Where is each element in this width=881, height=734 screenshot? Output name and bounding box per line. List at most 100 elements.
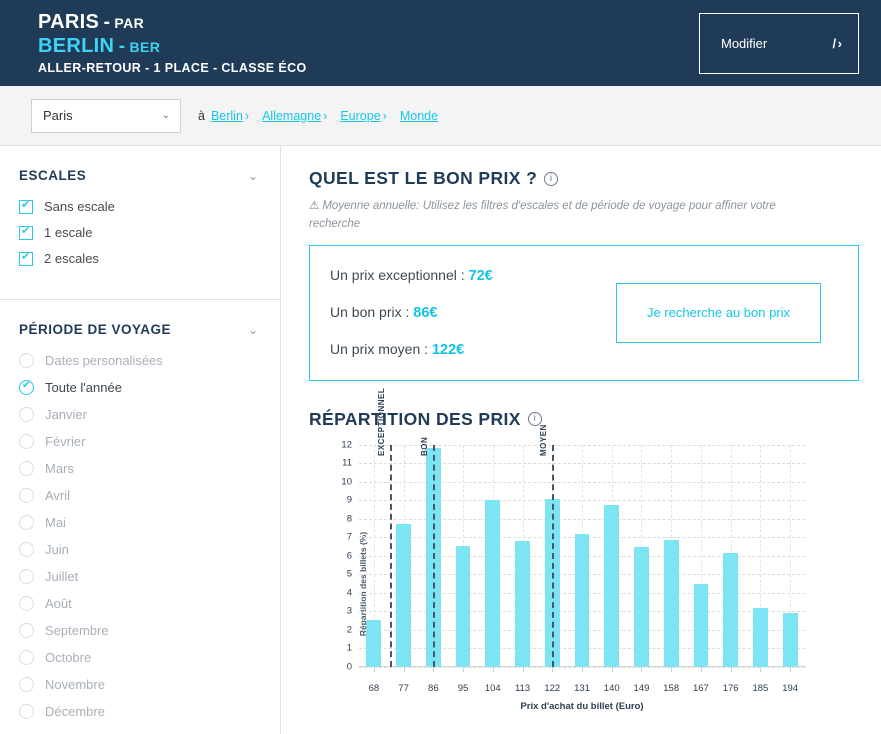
checkbox-1-escale[interactable]: 1 escale: [19, 225, 258, 240]
breadcrumb-item-monde[interactable]: Monde: [400, 109, 438, 123]
radio-icon: [19, 434, 34, 449]
origin-city-select-value: Paris: [43, 108, 73, 123]
app-root: PARIS - PAR BERLIN - BER ALLER-RETOUR - …: [0, 0, 881, 734]
chart-area: Répartition des billets (%) 012345678910…: [311, 439, 831, 729]
radio-aout[interactable]: Août: [19, 596, 258, 611]
radio-icon: [19, 461, 34, 476]
radio-avril[interactable]: Avril: [19, 488, 258, 503]
chart-bar[interactable]: [783, 613, 798, 667]
chart-bar[interactable]: [604, 505, 619, 667]
chart-x-axis-label: Prix d'achat du billet (Euro): [359, 701, 805, 712]
filter-periode-header[interactable]: PÉRIODE DE VOYAGE ⌄: [19, 322, 258, 337]
search-good-price-button[interactable]: Je recherche au bon prix: [616, 283, 821, 343]
modify-label: Modifier: [721, 36, 767, 51]
chart-bar[interactable]: [723, 553, 738, 667]
radio-decembre[interactable]: Décembre: [19, 704, 258, 719]
main-content: QUEL EST LE BON PRIX ? i ⚠Moyenne annuel…: [281, 146, 881, 734]
chart-x-tick: 104: [485, 683, 501, 694]
price-row-value: 122€: [432, 342, 464, 358]
radio-toute-lannee[interactable]: Toute l'année: [19, 380, 258, 395]
checkbox-2-escales[interactable]: 2 escales: [19, 251, 258, 266]
chart-bar[interactable]: [694, 584, 709, 666]
route-summary: PARIS - PAR BERLIN - BER ALLER-RETOUR - …: [38, 12, 699, 75]
breadcrumb-prefix: à: [198, 109, 205, 123]
radio-label: Février: [45, 434, 85, 449]
radio-label: Dates personalisées: [45, 353, 163, 368]
price-row-label: Un bon prix :: [330, 304, 409, 320]
price-summary-card: Un prix exceptionnel : 72€ Un bon prix :…: [309, 245, 859, 381]
chart-marker-label: MOYEN: [539, 424, 548, 456]
origin-line: PARIS - PAR: [38, 12, 699, 32]
chart-x-tickmark: [404, 667, 405, 672]
modify-search-button[interactable]: Modifier / ›: [699, 13, 859, 74]
chart-y-tick: 7: [347, 532, 352, 543]
chevron-down-icon: ⌄: [248, 169, 258, 183]
radio-label: Septembre: [45, 623, 109, 638]
radio-juillet[interactable]: Juillet: [19, 569, 258, 584]
chevron-right-icon: ›: [245, 109, 249, 123]
chart-y-tick: 9: [347, 495, 352, 506]
chart-bar[interactable]: [366, 620, 381, 666]
chart-bar[interactable]: [575, 534, 590, 666]
radio-mars[interactable]: Mars: [19, 461, 258, 476]
radio-octobre[interactable]: Octobre: [19, 650, 258, 665]
radio-dates-personalisees[interactable]: Dates personalisées: [19, 353, 258, 368]
destination-code: BER: [129, 39, 160, 55]
origin-city-select[interactable]: Paris ⌄: [31, 99, 181, 133]
chart-section-title: RÉPARTITION DES PRIX i: [309, 409, 859, 430]
chart-x-tick: 167: [693, 683, 709, 694]
radio-janvier[interactable]: Janvier: [19, 407, 258, 422]
chart-x-tick: 113: [515, 683, 530, 694]
chart-x-tick: 77: [398, 683, 409, 694]
checkbox-label: Sans escale: [44, 199, 115, 214]
chart-x-tickmark: [523, 667, 524, 672]
chart-y-tick: 2: [347, 624, 352, 635]
chart-bar[interactable]: [634, 547, 649, 666]
chart-plot: 0123456789101112687786951041131221311401…: [359, 445, 805, 667]
radio-novembre[interactable]: Novembre: [19, 677, 258, 692]
radio-icon: [19, 380, 34, 395]
radio-label: Juillet: [45, 569, 78, 584]
radio-label: Décembre: [45, 704, 105, 719]
chart-bar[interactable]: [664, 540, 679, 667]
chart-x-tickmark: [463, 667, 464, 672]
filters-sidebar: ESCALES ⌄ Sans escale 1 escale 2 escales: [0, 146, 281, 734]
chart-bar[interactable]: [753, 608, 768, 666]
chart-y-tick: 3: [347, 606, 352, 617]
checkbox-icon: [19, 200, 33, 214]
info-icon[interactable]: i: [544, 172, 558, 186]
radio-septembre[interactable]: Septembre: [19, 623, 258, 638]
radio-fevrier[interactable]: Février: [19, 434, 258, 449]
chevron-down-icon: ⌄: [248, 323, 258, 337]
chart-x-tickmark: [790, 667, 791, 672]
chart-x-tick: 149: [634, 683, 650, 694]
chart-x-tick: 86: [428, 683, 439, 694]
price-row-value: 72€: [469, 268, 493, 284]
chart-y-tick: 6: [347, 550, 352, 561]
radio-label: Mai: [45, 515, 66, 530]
chart-marker-label: EXCEPTIONNEL: [377, 387, 386, 455]
filter-escales-header[interactable]: ESCALES ⌄: [19, 168, 258, 183]
chevron-down-icon: ⌄: [162, 110, 170, 121]
radio-icon: [19, 407, 34, 422]
chart-bar[interactable]: [515, 541, 530, 667]
radio-icon: [19, 515, 34, 530]
radio-icon: [19, 353, 34, 368]
chart-bar[interactable]: [485, 500, 500, 667]
chart-y-tick: 0: [347, 661, 352, 672]
chevron-right-icon: ›: [383, 109, 387, 123]
breadcrumb-item-label: Allemagne: [262, 109, 321, 123]
checkbox-sans-escale[interactable]: Sans escale: [19, 199, 258, 214]
chart-x-tickmark: [731, 667, 732, 672]
chart-bar[interactable]: [456, 546, 471, 666]
breadcrumb-item-berlin[interactable]: Berlin›: [211, 109, 249, 123]
radio-mai[interactable]: Mai: [19, 515, 258, 530]
chart-bar[interactable]: [396, 524, 411, 666]
trip-details: ALLER-RETOUR - 1 PLACE - CLASSE ÉCO: [38, 62, 699, 75]
radio-juin[interactable]: Juin: [19, 542, 258, 557]
chart-x-tick: 131: [574, 683, 590, 694]
breadcrumb-item-europe[interactable]: Europe›: [340, 109, 386, 123]
chart-x-tick: 176: [723, 683, 739, 694]
radio-icon: [19, 596, 34, 611]
breadcrumb-item-allemagne[interactable]: Allemagne›: [262, 109, 327, 123]
